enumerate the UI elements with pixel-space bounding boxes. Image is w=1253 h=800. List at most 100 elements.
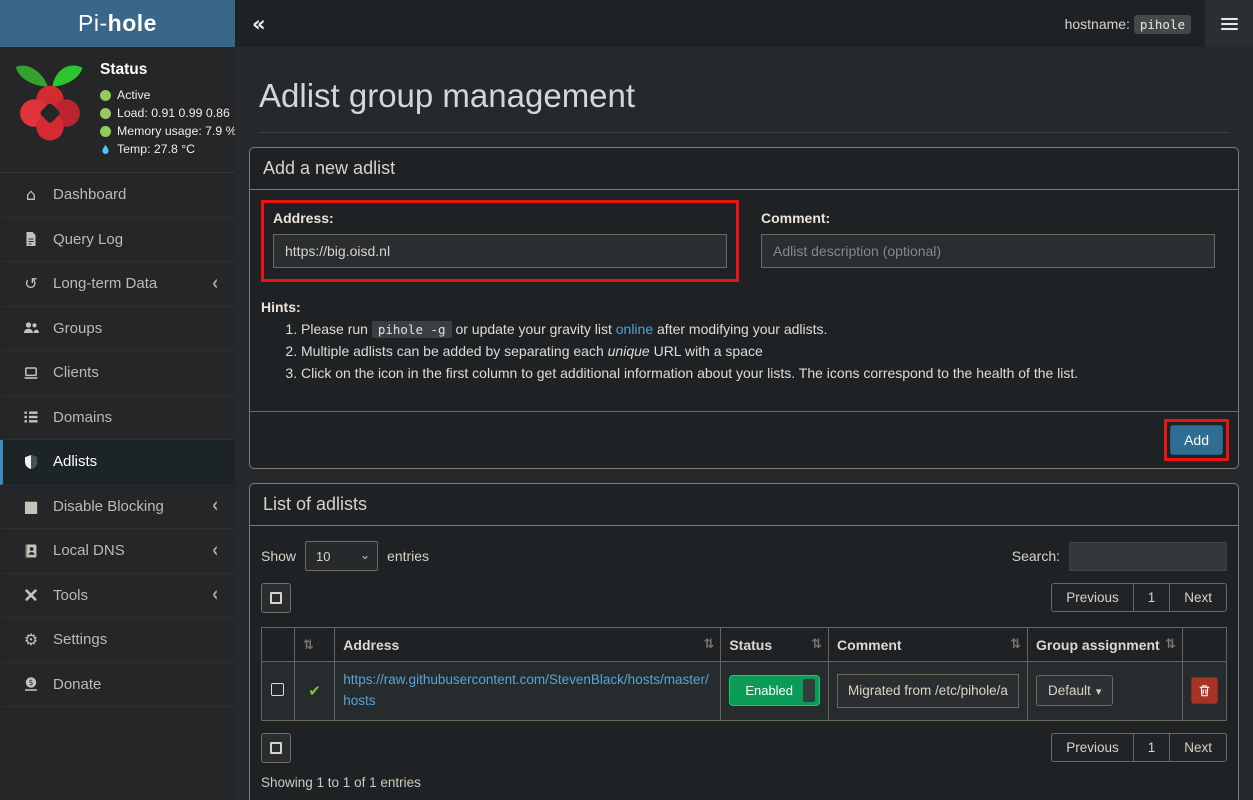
sidebar-item-donate[interactable]: $ Donate — [0, 663, 235, 708]
hints-block: Hints: Please run pihole -g or update yo… — [261, 299, 1227, 381]
sidebar-item-domains[interactable]: Domains — [0, 396, 235, 441]
row-comment-input[interactable] — [837, 674, 1019, 708]
tools-icon — [18, 587, 44, 603]
address-label: Address: — [273, 210, 727, 226]
donate-icon: $ — [18, 676, 44, 692]
laptop-icon — [18, 365, 44, 381]
sidebar-item-local-dns[interactable]: Local DNS ‹ — [0, 529, 235, 574]
adlist-url-link[interactable]: https://raw.githubusercontent.com/Steven… — [343, 672, 708, 708]
status-box: Status Active Load: 0.91 0.99 0.86 Memor… — [100, 55, 237, 160]
topbar-right: hostname: pihole — [1065, 0, 1253, 47]
chevron-left-icon: ‹ — [212, 272, 218, 296]
delete-adlist-button[interactable] — [1191, 677, 1218, 704]
show-label: Show — [261, 548, 296, 564]
next-page-button[interactable]: Next — [1169, 583, 1227, 612]
table-header-row: ⇅ Address⇅ Status⇅ Comment⇅ Group assign… — [262, 628, 1227, 662]
status-title: Status — [100, 61, 237, 79]
caret-down-icon: ▾ — [1096, 685, 1102, 698]
brand-name-light: Pi- — [78, 10, 108, 37]
add-panel-title: Add a new adlist — [250, 148, 1238, 190]
add-panel-body: Address: Comment: Hints: Please run piho… — [250, 190, 1238, 397]
header-group-assignment[interactable]: Group assignment⇅ — [1028, 628, 1183, 662]
chevron-left-icon: ‹ — [212, 494, 218, 518]
green-dot-icon — [100, 90, 111, 101]
sidebar-item-groups[interactable]: Groups — [0, 307, 235, 352]
svg-text:$: $ — [29, 678, 34, 687]
online-link[interactable]: online — [616, 321, 653, 337]
hint-2: Multiple adlists can be added by separat… — [301, 343, 1227, 359]
topbar: « hostname: pihole — [235, 0, 1253, 47]
sidebar-item-dashboard[interactable]: ⌂ Dashboard — [0, 173, 235, 218]
status-active: Active — [100, 88, 237, 102]
hints-title: Hints: — [261, 299, 1227, 315]
hamburger-menu-button[interactable] — [1205, 0, 1253, 47]
brand-logo[interactable]: Pi-hole — [0, 0, 235, 47]
trash-icon — [1198, 684, 1211, 697]
page-content: Adlist group management Add a new adlist… — [235, 47, 1253, 800]
comment-field-group: Comment: — [759, 200, 1227, 282]
status-temp: Temp: 27.8 °C — [100, 142, 237, 156]
enabled-toggle[interactable]: Enabled — [729, 675, 820, 706]
status-memory: Memory usage: 7.9 % — [100, 124, 237, 138]
previous-page-button[interactable]: Previous — [1051, 583, 1134, 612]
list-panel-body: Show 10 ⌄ entries Search: — [250, 526, 1238, 800]
header-health-col[interactable]: ⇅ — [294, 628, 334, 662]
sidebar-item-clients[interactable]: Clients — [0, 351, 235, 396]
sidebar: Pi-hole Status Active — [0, 0, 235, 800]
pagination-top: Previous 1 Next — [1051, 583, 1227, 612]
previous-page-button[interactable]: Previous — [1051, 733, 1134, 762]
sidebar-item-tools[interactable]: Tools ‹ — [0, 574, 235, 619]
raspberry-logo-icon — [4, 55, 96, 160]
sidebar-item-disable-blocking[interactable]: ■ Disable Blocking ‹ — [0, 485, 235, 530]
hint-1: Please run pihole -g or update your grav… — [301, 321, 1227, 337]
header-address[interactable]: Address⇅ — [335, 628, 721, 662]
search-label: Search: — [1012, 548, 1060, 564]
sidebar-nav: ⌂ Dashboard Query Log ↺ Long-term Data ‹… — [0, 173, 235, 800]
showing-entries-text: Showing 1 to 1 of 1 entries — [261, 775, 1227, 790]
green-dot-icon — [100, 108, 111, 119]
add-panel-footer: Add — [250, 411, 1238, 468]
add-adlist-panel: Add a new adlist Address: Comment: — [249, 147, 1239, 469]
green-dot-icon — [100, 126, 111, 137]
sidebar-collapse-button[interactable]: « — [235, 12, 283, 36]
header-status[interactable]: Status⇅ — [721, 628, 829, 662]
select-all-checkbox-button-bottom[interactable] — [261, 733, 291, 763]
adlist-list-panel: List of adlists Show 10 ⌄ entries — [249, 483, 1239, 800]
sidebar-item-settings[interactable]: ⚙ Settings — [0, 618, 235, 663]
hostname-badge: pihole — [1134, 15, 1191, 34]
page-number-button[interactable]: 1 — [1133, 583, 1171, 612]
sort-icon: ⇅ — [1165, 637, 1174, 652]
page-length-select[interactable]: 10 — [305, 541, 378, 571]
address-input[interactable] — [273, 234, 727, 268]
brand-name-bold: hole — [108, 10, 157, 37]
page-number-button[interactable]: 1 — [1133, 733, 1171, 762]
header-checkbox-col — [262, 628, 295, 662]
hint-3: Click on the icon in the first column to… — [301, 365, 1227, 381]
list-icon — [18, 409, 44, 425]
pagination-bottom: Previous 1 Next — [1051, 733, 1227, 762]
adlist-table: ⇅ Address⇅ Status⇅ Comment⇅ Group assign… — [261, 627, 1227, 721]
comment-input[interactable] — [761, 234, 1215, 268]
header-comment[interactable]: Comment⇅ — [829, 628, 1028, 662]
status-panel: Status Active Load: 0.91 0.99 0.86 Memor… — [0, 47, 235, 173]
search-control: Search: — [1012, 542, 1227, 571]
home-icon: ⌂ — [18, 185, 44, 204]
pihole-app: Pi-hole Status Active — [0, 0, 1253, 800]
sidebar-item-long-term-data[interactable]: ↺ Long-term Data ‹ — [0, 262, 235, 307]
sort-icon: ⇅ — [811, 637, 820, 652]
chevron-left-icon: ‹ — [212, 583, 218, 607]
page-length-control: Show 10 ⌄ entries — [261, 541, 429, 571]
row-checkbox[interactable] — [271, 683, 284, 696]
add-button-annotation-box: Add — [1164, 419, 1229, 461]
table-row: ✔ https://raw.githubusercontent.com/Stev… — [262, 662, 1227, 721]
add-button[interactable]: Add — [1170, 425, 1223, 455]
next-page-button[interactable]: Next — [1169, 733, 1227, 762]
sidebar-item-adlists[interactable]: Adlists — [0, 440, 235, 485]
pihole-g-code: pihole -g — [372, 321, 452, 338]
users-icon — [18, 320, 44, 336]
search-input[interactable] — [1069, 542, 1227, 571]
select-all-checkbox-button[interactable] — [261, 583, 291, 613]
health-ok-icon[interactable]: ✔ — [308, 682, 321, 700]
group-assignment-dropdown[interactable]: Default▾ — [1036, 675, 1113, 706]
sidebar-item-query-log[interactable]: Query Log — [0, 218, 235, 263]
